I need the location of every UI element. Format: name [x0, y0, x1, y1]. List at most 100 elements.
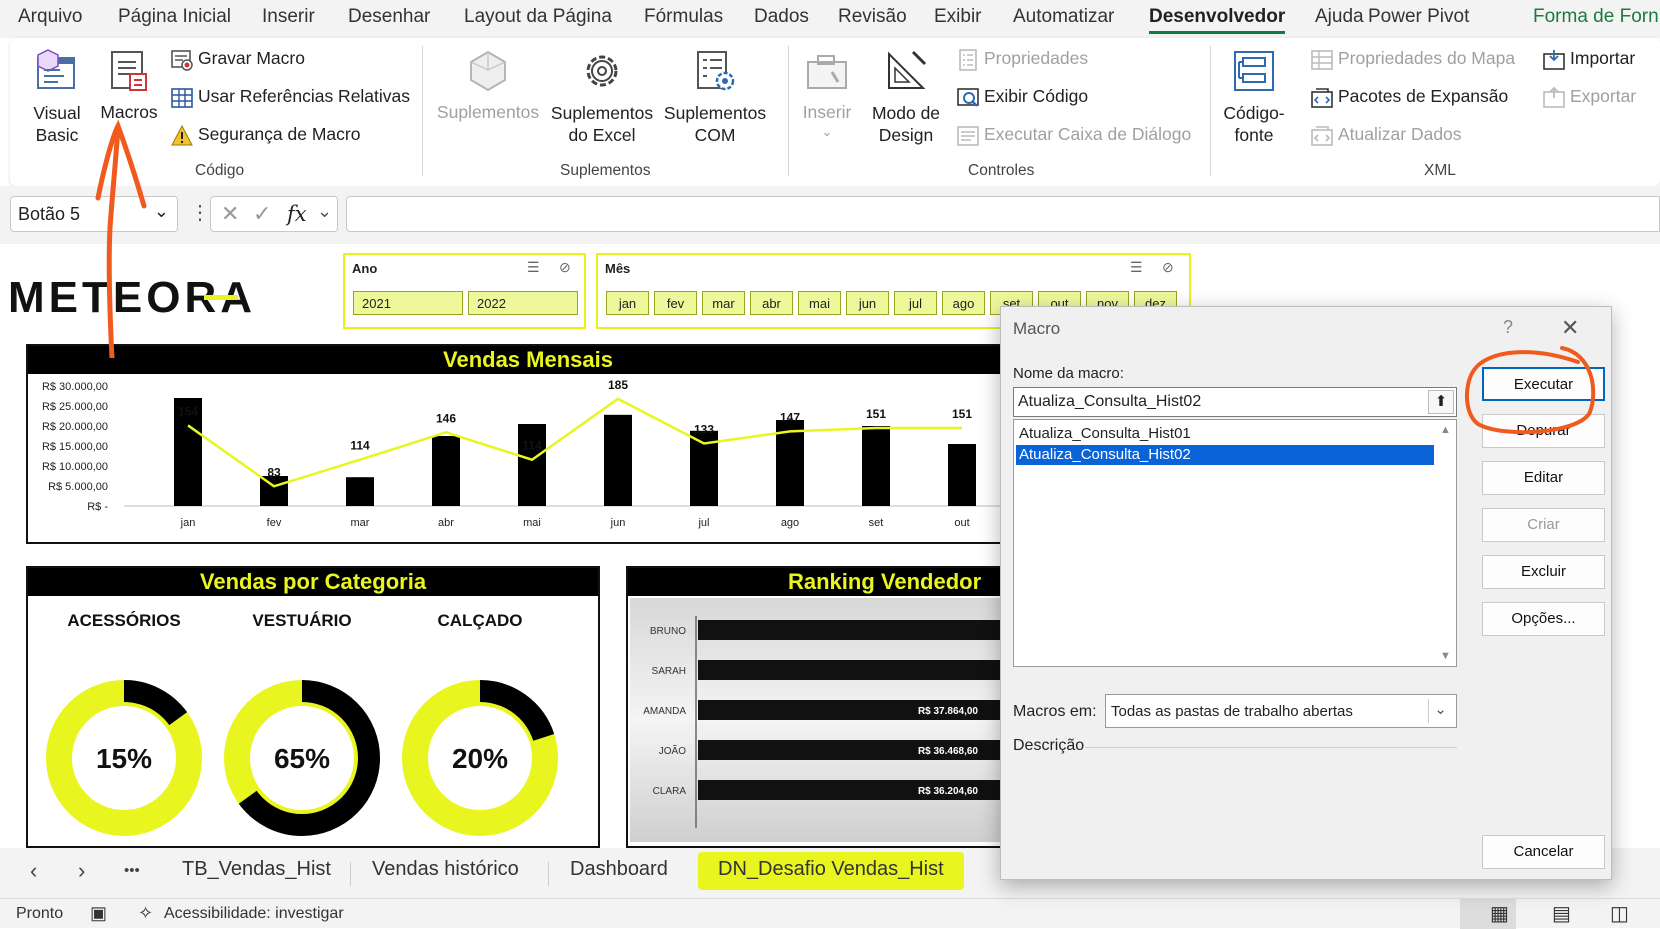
page-break-icon[interactable]: ◫ — [1610, 901, 1629, 926]
suplementos-button[interactable]: Suplementos — [434, 44, 542, 148]
nome-macro-label: Nome da macro: — [1013, 365, 1124, 382]
macro-list-item[interactable]: Atualiza_Consulta_Hist01 — [1016, 424, 1434, 444]
more-sheets-icon[interactable]: ••• — [124, 862, 140, 879]
record-macro-icon — [171, 50, 193, 71]
importar-button[interactable]: Importar — [1542, 46, 1660, 74]
nome-macro-input[interactable]: Atualiza_Consulta_Hist02 ⬆ — [1013, 387, 1457, 417]
clear-filter-icon[interactable]: ⊘ — [559, 259, 571, 276]
menu-tab-arquivo[interactable]: Arquivo — [18, 6, 82, 28]
menu-tab-layout-da-p-gina[interactable]: Layout da Página — [464, 6, 612, 28]
list-scrollbar[interactable]: ▲ ▼ — [1436, 420, 1456, 666]
menu-tab-inserir[interactable]: Inserir — [262, 6, 315, 28]
scroll-down-icon[interactable]: ▼ — [1440, 650, 1451, 662]
propriedades-button[interactable]: Propriedades — [956, 46, 1116, 74]
panel-title: Vendas por Categoria — [28, 568, 598, 596]
menu-tab-p-gina-inicial[interactable]: Página Inicial — [118, 6, 231, 28]
criar-button[interactable]: Criar — [1482, 508, 1605, 542]
slicer-item-2021[interactable]: 2021 — [353, 291, 463, 315]
slicer-item-2022[interactable]: 2022 — [468, 291, 578, 315]
menu-tab-automatizar[interactable]: Automatizar — [1013, 6, 1114, 28]
modo-design-button[interactable]: Modo de Design — [866, 44, 946, 148]
usar-referencias-relativas-button[interactable]: Usar Referências Relativas — [170, 84, 410, 112]
slicer-item-jun[interactable]: jun — [846, 291, 889, 315]
data-label: 151 — [952, 407, 972, 421]
page-layout-icon[interactable]: ▤ — [1552, 901, 1571, 926]
suplementos-com-button[interactable]: Suplementos COM — [662, 44, 768, 148]
seguranca-macro-button[interactable]: Segurança de Macro — [170, 122, 390, 150]
inserir-control-button[interactable]: Inserir ⌄ — [798, 44, 856, 156]
accessibility-icon[interactable]: ✧ — [138, 903, 153, 924]
menu-tab-revis-o[interactable]: Revisão — [838, 6, 907, 28]
menu-tab-power-pivot[interactable]: Power Pivot — [1368, 6, 1469, 28]
macros-em-select[interactable]: Todas as pastas de trabalho abertas ⌄ — [1105, 694, 1457, 728]
atualizar-dados-button[interactable]: Atualizar Dados — [1310, 122, 1540, 150]
propriedades-mapa-button[interactable]: Propriedades do Mapa — [1310, 46, 1540, 74]
codigo-fonte-button[interactable]: Código- fonte — [1218, 44, 1290, 148]
cancelar-button[interactable]: Cancelar — [1482, 835, 1605, 869]
sheet-tab-active[interactable]: DN_Desafio Vendas_Hist — [698, 852, 964, 890]
formula-input[interactable] — [346, 196, 1660, 232]
com-addin-icon — [697, 51, 735, 91]
chevron-down-icon[interactable]: ⌄ — [317, 201, 332, 222]
slicer-item-fev[interactable]: fev — [654, 291, 697, 315]
excluir-button[interactable]: Excluir — [1482, 555, 1605, 589]
macro-record-status-icon[interactable]: ▣ — [90, 903, 107, 924]
gravar-macro-button[interactable]: Gravar Macro — [170, 46, 390, 74]
scroll-up-icon[interactable]: ▲ — [1440, 424, 1451, 436]
menu-tab-ajuda[interactable]: Ajuda — [1315, 6, 1364, 28]
pacotes-expansao-label: Pacotes de Expansão — [1338, 86, 1509, 106]
slicer-item-jan[interactable]: jan — [606, 291, 649, 315]
chevron-left-icon[interactable]: ‹ — [30, 858, 37, 884]
clear-filter-icon[interactable]: ⊘ — [1162, 259, 1174, 276]
formula-actions: ✕ ✓ fx ⌄ — [210, 196, 338, 232]
chevron-down-icon[interactable]: ⌄ — [1428, 699, 1452, 723]
bar — [432, 436, 460, 506]
source-icon — [1234, 51, 1274, 91]
seguranca-macro-label: Segurança de Macro — [198, 124, 361, 144]
macro-list-item[interactable]: Atualiza_Consulta_Hist02 — [1016, 445, 1434, 465]
editar-button[interactable]: Editar — [1482, 461, 1605, 495]
cancel-entry-icon[interactable]: ✕ — [221, 201, 239, 227]
macros-icon — [111, 51, 147, 91]
ref-edit-button[interactable]: ⬆ — [1428, 390, 1454, 414]
menu-tab-f-rmulas[interactable]: Fórmulas — [644, 6, 723, 28]
more-options-icon[interactable]: ⋮ — [190, 200, 210, 225]
map-properties-icon — [1311, 50, 1333, 70]
nome-macro-value: Atualiza_Consulta_Hist02 — [1018, 393, 1202, 410]
menu-tab-desenvolvedor[interactable]: Desenvolvedor — [1149, 6, 1286, 34]
sheet-tab[interactable]: TB_Vendas_Hist — [182, 858, 331, 881]
x-tick-label: mar — [351, 517, 370, 529]
menu-bar: Arquivo Página Inicial Inserir Desenhar Layo… — [0, 0, 1660, 38]
menu-tab-desenhar[interactable]: Desenhar — [348, 6, 430, 28]
help-button[interactable]: ? — [1503, 317, 1513, 338]
chevron-right-icon[interactable]: › — [78, 858, 85, 884]
exibir-codigo-button[interactable]: Exibir Código — [956, 84, 1116, 112]
pacotes-expansao-button[interactable]: Pacotes de Expansão — [1310, 84, 1540, 112]
slicer-item-abr[interactable]: abr — [750, 291, 793, 315]
menu-tab-exibir[interactable]: Exibir — [934, 6, 982, 28]
multi-select-icon[interactable]: ☰ — [527, 259, 540, 276]
slicer-item-jul[interactable]: jul — [894, 291, 937, 315]
menu-tab-dados[interactable]: Dados — [754, 6, 809, 28]
executar-caixa-dialogo-button[interactable]: Executar Caixa de Diálogo — [956, 122, 1196, 150]
annotation-arrow — [95, 119, 147, 358]
opcoes-button[interactable]: Opções... — [1482, 602, 1605, 636]
slicer-item-ago[interactable]: ago — [942, 291, 985, 315]
suplementos-excel-button[interactable]: Suplementos do Excel — [550, 44, 654, 148]
sheet-tab[interactable]: Dashboard — [570, 858, 668, 881]
confirm-entry-icon[interactable]: ✓ — [253, 201, 271, 227]
category-percent: 65% — [274, 743, 330, 774]
formula-bar: Botão 5 ⌄ ⋮ ✕ ✓ fx ⌄ — [0, 186, 1660, 244]
close-icon[interactable]: ✕ — [1561, 315, 1579, 341]
menu-tab-forma-de-forn[interactable]: Forma de Forn — [1533, 6, 1659, 28]
exportar-button[interactable]: Exportar — [1542, 84, 1660, 112]
status-acessibilidade[interactable]: Acessibilidade: investigar — [164, 905, 344, 923]
slicer-item-mar[interactable]: mar — [702, 291, 745, 315]
insert-function-icon[interactable]: fx — [287, 202, 307, 226]
visual-basic-button[interactable]: Visual Basic — [24, 44, 90, 148]
sheet-tab[interactable]: Vendas histórico — [372, 858, 519, 881]
macro-list[interactable]: ▲ ▼ Atualiza_Consulta_Hist01 Atualiza_Con… — [1013, 419, 1457, 667]
multi-select-icon[interactable]: ☰ — [1130, 259, 1143, 276]
chevron-down-icon[interactable]: ⌄ — [154, 201, 169, 222]
slicer-item-mai[interactable]: mai — [798, 291, 841, 315]
